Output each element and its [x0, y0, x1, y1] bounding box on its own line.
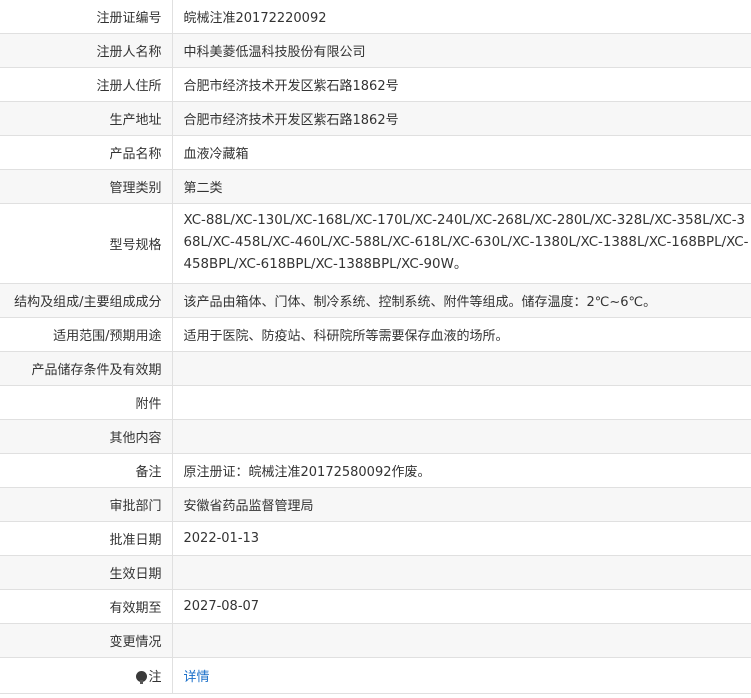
- table-row: 注册证编号 皖械注准20172220092: [0, 0, 751, 34]
- row-value: [172, 555, 751, 590]
- note-value-cell: 详情: [172, 657, 751, 694]
- row-value: 原注册证：皖械注准20172580092作废。: [172, 453, 751, 488]
- table-row: 型号规格 XC-88L/XC-130L/XC-168L/XC-170L/XC-2…: [0, 203, 751, 284]
- row-label: 适用范围/预期用途: [0, 317, 173, 352]
- row-label: 注册人住所: [0, 67, 173, 102]
- row-value: 该产品由箱体、门体、制冷系统、控制系统、附件等组成。储存温度：2℃~6℃。: [172, 283, 751, 318]
- row-label: 审批部门: [0, 487, 173, 522]
- row-label: 生效日期: [0, 555, 173, 590]
- note-label-cell: 注: [0, 657, 173, 694]
- table-row: 产品储存条件及有效期: [0, 351, 751, 386]
- row-label: 产品名称: [0, 135, 173, 170]
- table-row: 注册人名称 中科美菱低温科技股份有限公司: [0, 33, 751, 68]
- row-value: 合肥市经济技术开发区紫石路1862号: [172, 101, 751, 136]
- row-label: 型号规格: [0, 203, 173, 284]
- info-pin-icon: [136, 670, 148, 684]
- row-label: 生产地址: [0, 101, 173, 136]
- table-row: 审批部门 安徽省药品监督管理局: [0, 487, 751, 522]
- row-value: 安徽省药品监督管理局: [172, 487, 751, 522]
- row-value: 中科美菱低温科技股份有限公司: [172, 33, 751, 68]
- row-value: [172, 351, 751, 386]
- table-row: 其他内容: [0, 419, 751, 454]
- row-label: 注册人名称: [0, 33, 173, 68]
- table-row: 变更情况: [0, 623, 751, 658]
- note-label: 注: [148, 669, 162, 685]
- row-value: XC-88L/XC-130L/XC-168L/XC-170L/XC-240L/X…: [172, 203, 751, 284]
- table-row: 备注 原注册证：皖械注准20172580092作废。: [0, 453, 751, 488]
- row-label: 有效期至: [0, 589, 173, 624]
- row-label: 结构及组成/主要组成成分: [0, 283, 173, 318]
- table-row: 注册人住所 合肥市经济技术开发区紫石路1862号: [0, 67, 751, 102]
- row-label: 注册证编号: [0, 0, 173, 34]
- row-value: 皖械注准20172220092: [172, 0, 751, 34]
- table-row: 结构及组成/主要组成成分 该产品由箱体、门体、制冷系统、控制系统、附件等组成。储…: [0, 283, 751, 318]
- row-value: [172, 419, 751, 454]
- row-label: 产品储存条件及有效期: [0, 351, 173, 386]
- row-label: 其他内容: [0, 419, 173, 454]
- table-row: 生产地址 合肥市经济技术开发区紫石路1862号: [0, 101, 751, 136]
- table-row: 适用范围/预期用途 适用于医院、防疫站、科研院所等需要保存血液的场所。: [0, 317, 751, 352]
- details-link[interactable]: 详情: [184, 670, 210, 685]
- note-row: 注 详情: [0, 657, 751, 694]
- row-value: 合肥市经济技术开发区紫石路1862号: [172, 67, 751, 102]
- table-row: 管理类别 第二类: [0, 169, 751, 204]
- registration-table: 注册证编号 皖械注准20172220092 注册人名称 中科美菱低温科技股份有限…: [0, 0, 751, 694]
- row-value: 2022-01-13: [172, 521, 751, 556]
- row-value: [172, 385, 751, 420]
- table-row: 批准日期 2022-01-13: [0, 521, 751, 556]
- table-row: 产品名称 血液冷藏箱: [0, 135, 751, 170]
- row-value: 血液冷藏箱: [172, 135, 751, 170]
- row-label: 备注: [0, 453, 173, 488]
- row-value: 第二类: [172, 169, 751, 204]
- table-row: 生效日期: [0, 555, 751, 590]
- row-label: 批准日期: [0, 521, 173, 556]
- row-label: 附件: [0, 385, 173, 420]
- row-label: 变更情况: [0, 623, 173, 658]
- row-label: 管理类别: [0, 169, 173, 204]
- row-value: [172, 623, 751, 658]
- table-row: 附件: [0, 385, 751, 420]
- row-value: 2027-08-07: [172, 589, 751, 624]
- row-value: 适用于医院、防疫站、科研院所等需要保存血液的场所。: [172, 317, 751, 352]
- table-row: 有效期至 2027-08-07: [0, 589, 751, 624]
